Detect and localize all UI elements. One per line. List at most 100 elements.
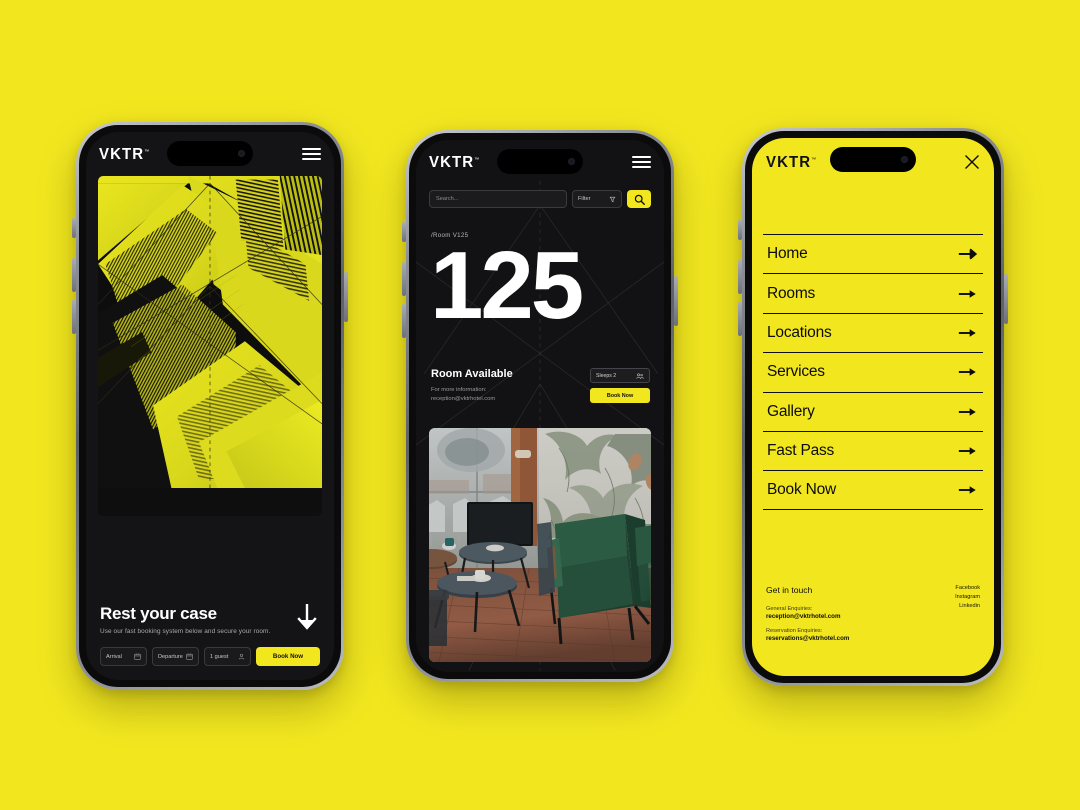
search-input[interactable]: Search... [429, 190, 567, 208]
menu-item-label: Book Now [767, 481, 837, 499]
brand-logo-text: VKTR [429, 153, 475, 171]
volume-down-button[interactable] [72, 300, 76, 334]
room-status-title: Room Available [431, 368, 513, 380]
menu-item-home[interactable]: Home [763, 234, 983, 273]
room-info-block: Room Available For more information: rec… [431, 368, 513, 404]
reservation-enquiries-label: Reservation Enquiries: [766, 628, 823, 634]
menu-item-label: Gallery [767, 402, 815, 420]
page-subtitle: Use our fast booking system below and se… [100, 628, 271, 635]
arrival-date-input[interactable]: Arrival [100, 647, 147, 666]
trademark-mark: ™ [474, 156, 480, 163]
reservation-enquiries-email[interactable]: reservations@vktrhotel.com [766, 635, 849, 642]
volume-down-button[interactable] [738, 302, 742, 336]
brand-logo[interactable]: VKTR™ [99, 145, 149, 163]
menu-item-label: Services [767, 363, 825, 381]
filter-dropdown[interactable]: Filter [572, 190, 622, 208]
arrow-down-icon[interactable] [296, 604, 318, 630]
phone2-topbar: VKTR™ [416, 140, 664, 184]
arrow-right-icon [958, 248, 977, 260]
calendar-icon [186, 653, 193, 660]
phone1-topbar: VKTR™ [86, 132, 334, 176]
menu-item-services[interactable]: Services [763, 352, 983, 391]
menu-item-label: Fast Pass [767, 442, 835, 460]
arrow-right-icon [958, 407, 976, 416]
sleeps-label: Sleeps 2 [596, 372, 617, 379]
brand-logo[interactable]: VKTR™ [429, 153, 479, 171]
silent-switch[interactable] [738, 220, 742, 240]
trademark-mark: ™ [811, 156, 817, 163]
people-icon [636, 373, 644, 379]
calendar-icon [134, 653, 141, 660]
filter-icon [609, 196, 616, 202]
menu-item-label: Locations [767, 323, 832, 341]
arrow-right-icon [958, 447, 976, 455]
power-button[interactable] [344, 272, 348, 322]
phone2-screen: VKTR™ Search... Filter /Room V125 125 Ro… [416, 140, 664, 672]
lounge-interior-illustration [429, 428, 651, 662]
silent-switch[interactable] [72, 218, 76, 238]
brand-logo-text: VKTR [766, 153, 812, 171]
phone-mockup-menu: VKTR™ Home Rooms Locations Services Gall… [738, 128, 1008, 686]
booking-form: Arrival Departure 1 guest Book Now [100, 647, 320, 666]
volume-down-button[interactable] [402, 304, 406, 338]
hero-image [98, 176, 322, 516]
footer-heading: Get in touch [766, 585, 813, 595]
general-enquiries-label: General Enquiries: [766, 606, 813, 612]
departure-label: Departure [158, 653, 183, 660]
power-button[interactable] [1004, 274, 1008, 324]
sleeps-badge: Sleeps 2 [590, 368, 650, 383]
search-placeholder: Search... [436, 196, 459, 202]
volume-up-button[interactable] [402, 262, 406, 296]
close-icon[interactable] [964, 154, 980, 170]
social-link-facebook[interactable]: Facebook [955, 585, 980, 591]
reservation-enquiries-group: Reservation Enquiries: reservations@vktr… [766, 628, 849, 642]
menu-item-locations[interactable]: Locations [763, 312, 983, 352]
page-title: Rest your case [100, 604, 217, 623]
contact-block: Get in touch General Enquiries: receptio… [766, 585, 849, 650]
menu-item-gallery[interactable]: Gallery [763, 391, 983, 431]
social-link-linkedin[interactable]: Linkedin [955, 603, 980, 609]
general-enquiries-email[interactable]: reception@vktrhotel.com [766, 613, 849, 620]
contact-info-line-1: For more information: [431, 387, 487, 393]
architecture-artwork [98, 176, 322, 489]
general-enquiries-group: General Enquiries: reception@vktrhotel.c… [766, 606, 849, 620]
arrival-label: Arrival [106, 653, 122, 660]
trademark-mark: ™ [144, 148, 150, 155]
phone3-topbar: VKTR™ [752, 138, 994, 186]
social-link-instagram[interactable]: Instagram [955, 594, 980, 600]
search-icon [634, 194, 645, 205]
social-links: Facebook Instagram Linkedin [955, 585, 980, 612]
mockup-stage: VKTR™ Rest your case Use our fast bookin… [0, 0, 1080, 810]
menu-item-label: Rooms [767, 284, 816, 302]
menu-footer: Get in touch General Enquiries: receptio… [766, 585, 980, 650]
room-actions: Sleeps 2 Book Now [590, 368, 650, 403]
menu-item-fast-pass[interactable]: Fast Pass [763, 430, 983, 470]
book-now-button[interactable]: Book Now [256, 647, 320, 666]
departure-date-input[interactable]: Departure [152, 647, 199, 666]
book-now-button[interactable]: Book Now [590, 388, 650, 403]
menu-item-book-now[interactable]: Book Now [763, 470, 983, 510]
guests-input[interactable]: 1 guest [204, 647, 251, 666]
arrow-right-icon [958, 486, 976, 494]
phone3-screen: VKTR™ Home Rooms Locations Services Gall… [752, 138, 994, 676]
contact-info-email[interactable]: reception@vktrhotel.com [431, 395, 513, 404]
menu-item-label: Home [767, 245, 808, 263]
navigation-menu: Home Rooms Locations Services Gallery Fa… [763, 234, 983, 510]
phone1-screen: VKTR™ Rest your case Use our fast bookin… [86, 132, 334, 680]
menu-item-rooms[interactable]: Rooms [763, 273, 983, 312]
guests-label: 1 guest [210, 653, 229, 660]
search-submit-button[interactable] [627, 190, 651, 208]
brand-logo-text: VKTR [99, 145, 145, 163]
room-number: 125 [430, 232, 584, 339]
volume-up-button[interactable] [738, 260, 742, 294]
silent-switch[interactable] [402, 222, 406, 242]
brand-logo[interactable]: VKTR™ [766, 153, 816, 171]
arrow-right-icon [958, 289, 976, 298]
volume-up-button[interactable] [72, 258, 76, 292]
search-bar: Search... Filter [429, 190, 651, 208]
power-button[interactable] [674, 276, 678, 326]
hamburger-icon[interactable] [302, 148, 321, 160]
arrow-right-icon [958, 368, 976, 377]
hamburger-icon[interactable] [632, 156, 651, 168]
filter-label: Filter [578, 196, 591, 202]
